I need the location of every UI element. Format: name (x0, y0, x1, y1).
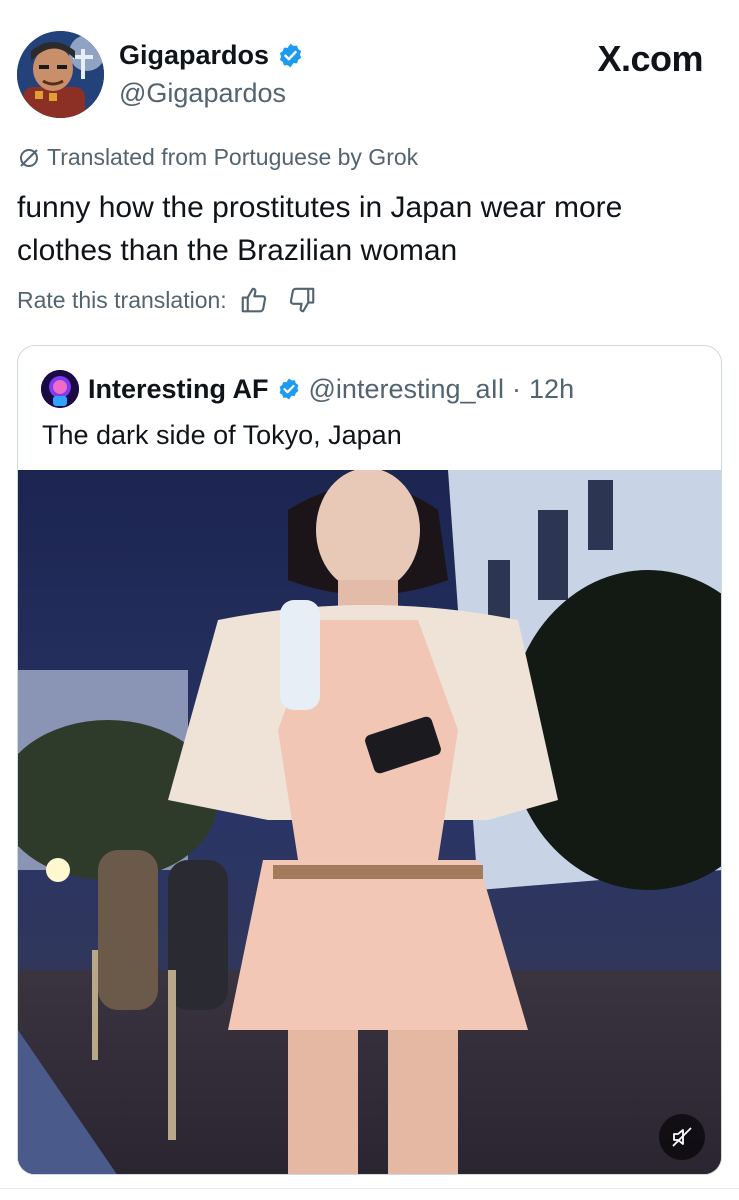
quoted-timestamp[interactable]: 12h (529, 374, 574, 405)
rate-translation-label: Rate this translation: (17, 286, 227, 313)
quoted-video[interactable] (18, 470, 721, 1174)
thumbs-up-icon[interactable] (239, 285, 269, 315)
divider (0, 1188, 739, 1189)
quoted-tweet-card[interactable]: Interesting AF @interesting_aIl · 12h Th… (17, 345, 722, 1175)
rate-translation-row: Rate this translation: (17, 285, 317, 315)
time-separator: · (512, 373, 522, 404)
quoted-display-name[interactable]: Interesting AF (88, 374, 269, 405)
quoted-handle[interactable]: @interesting_aIl (309, 374, 505, 405)
mute-button[interactable] (659, 1114, 705, 1160)
author-name-row: Gigapardos (119, 40, 304, 71)
video-frame-image (18, 470, 721, 1174)
author-handle[interactable]: @Gigapardos (119, 78, 286, 109)
translation-notice: Translated from Portuguese by Grok (17, 144, 418, 171)
thumbs-down-icon[interactable] (287, 285, 317, 315)
quoted-author-avatar[interactable] (41, 370, 79, 408)
x-logo: X.com (597, 38, 703, 79)
avatar-image (17, 31, 104, 118)
grok-translate-icon (17, 146, 41, 170)
tweet-text: funny how the prostitutes in Japan wear … (17, 191, 623, 267)
translation-notice-text[interactable]: Translated from Portuguese by Grok (47, 144, 418, 171)
author-avatar[interactable] (17, 31, 104, 118)
author-display-name[interactable]: Gigapardos (119, 40, 269, 71)
quoted-tweet-header: Interesting AF @interesting_aIl · 12h (88, 370, 574, 408)
quoted-tweet-text: The dark side of Tokyo, Japan (42, 420, 402, 450)
speaker-muted-icon (672, 1127, 692, 1147)
quoted-avatar-image (41, 370, 79, 408)
verified-badge-icon (277, 42, 304, 69)
verified-badge-icon (277, 377, 301, 401)
